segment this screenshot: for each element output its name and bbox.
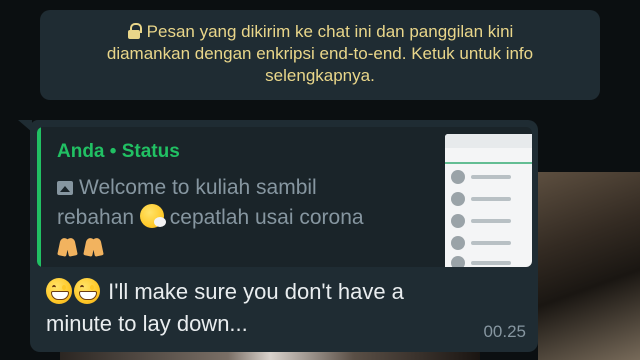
thumbnail-row [451,214,531,232]
thumbnail-divider [445,162,532,164]
thumbnail-row [451,256,531,267]
sneezing-face-emoji [139,204,166,228]
encryption-notice-line3: selengkapnya. [265,66,375,85]
quote-author: Anda • Status [57,141,180,162]
background-photo [538,172,640,360]
quote-text: Welcome to kuliah sambil rebahan cepatla… [57,173,427,263]
message-text: I'll make sure you don't have a minute t… [46,278,404,336]
message-bubble[interactable]: Anda • Status Welcome to kuliah sambil r… [30,120,538,352]
thumbnail-row [451,192,531,210]
folded-hands-emoji [83,236,105,258]
message-time: 00.25 [483,322,526,341]
quoted-status-reply[interactable]: Anda • Status Welcome to kuliah sambil r… [37,127,532,267]
image-icon [57,181,73,195]
status-thumbnail[interactable] [445,134,532,267]
thumbnail-row [451,236,531,254]
encryption-notice-line1: Pesan yang dikirim ke chat ini dan pangg… [58,21,582,43]
quote-accent-bar [37,127,41,267]
thumbnail-row [451,170,531,188]
lock-icon [127,23,142,39]
encryption-notice-line2: diamankan dengan enkripsi end-to-end. Ke… [106,44,534,63]
encryption-notice[interactable]: Pesan yang dikirim ke chat ini dan pangg… [40,10,600,100]
thumbnail-topbar [445,134,532,148]
grinning-face-emoji [74,278,100,304]
grinning-face-emoji [46,278,72,304]
folded-hands-emoji [57,236,79,258]
